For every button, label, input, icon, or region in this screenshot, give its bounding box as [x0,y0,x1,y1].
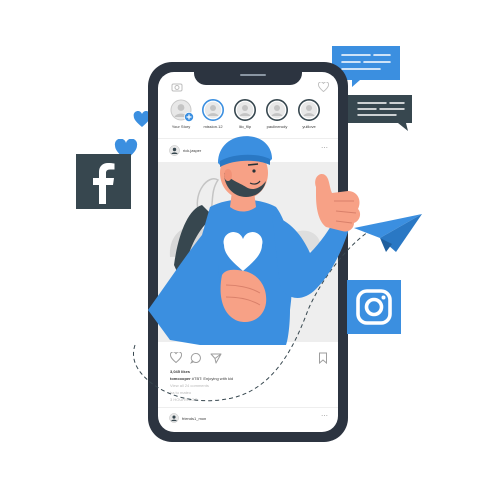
paper-plane-icon [354,214,422,252]
man-illustration [148,136,361,345]
instagram-icon [347,280,401,334]
